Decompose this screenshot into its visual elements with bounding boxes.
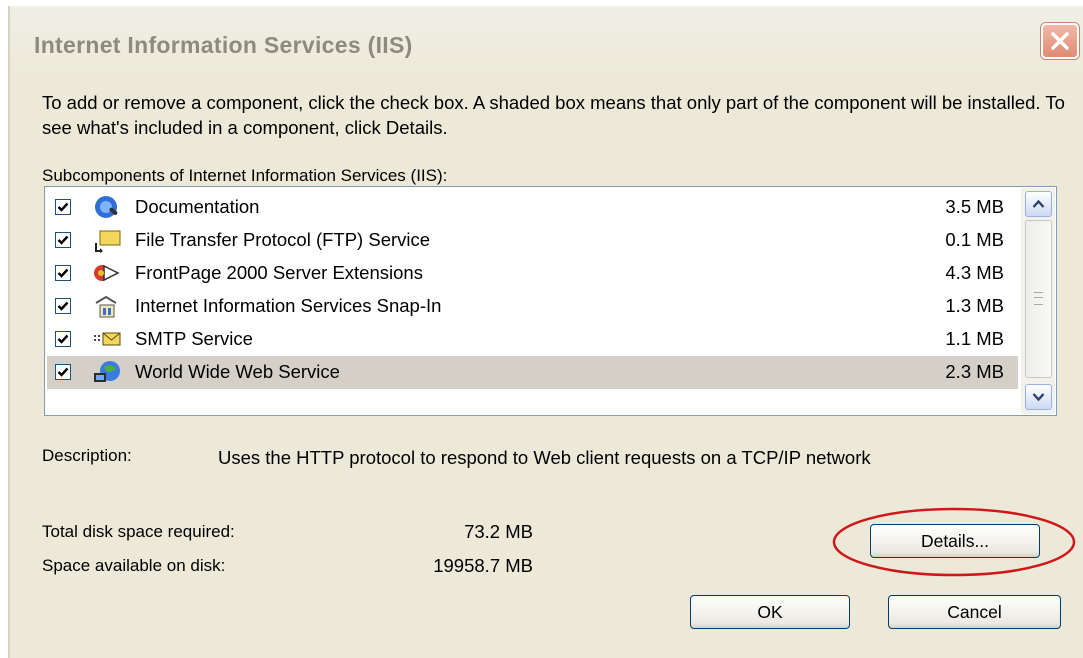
checkbox-smtp[interactable] bbox=[55, 331, 71, 347]
available-disk-value: 19958.7 MB bbox=[433, 555, 533, 576]
list-item-documentation[interactable]: Documentation 3.5 MB bbox=[47, 191, 1018, 224]
close-icon bbox=[1051, 32, 1069, 50]
iis-dialog: Internet Information Services (IIS) To a… bbox=[8, 6, 1083, 658]
item-size: 3.5 MB bbox=[945, 196, 1004, 217]
frontpage-extensions-icon bbox=[94, 264, 120, 282]
item-label: FrontPage 2000 Server Extensions bbox=[135, 262, 423, 283]
dialog-title: Internet Information Services (IIS) bbox=[34, 32, 413, 58]
chevron-down-icon bbox=[1032, 393, 1045, 402]
details-button[interactable]: Details... bbox=[870, 524, 1040, 558]
checkbox-www[interactable] bbox=[55, 364, 71, 380]
details-button-label: Details... bbox=[920, 531, 990, 551]
documentation-icon bbox=[95, 196, 118, 218]
instructions-text: To add or remove a component, click the … bbox=[42, 92, 1065, 138]
item-size: 2.3 MB bbox=[945, 361, 1004, 382]
item-label: SMTP Service bbox=[135, 328, 253, 349]
chevron-up-icon bbox=[1032, 199, 1045, 208]
scroll-thumb[interactable] bbox=[1025, 220, 1052, 378]
checkbox-iis-snapin[interactable] bbox=[55, 298, 71, 314]
item-label: Internet Information Services Snap-In bbox=[135, 295, 442, 316]
total-disk-label: Total disk space required: bbox=[42, 522, 235, 541]
list-item-smtp[interactable]: SMTP Service 1.1 MB bbox=[47, 323, 1018, 356]
checkbox-documentation[interactable] bbox=[55, 199, 71, 215]
item-label: File Transfer Protocol (FTP) Service bbox=[135, 229, 431, 250]
checkmark-icon bbox=[57, 268, 69, 278]
list-item-www-selected[interactable]: World Wide Web Service 2.3 MB bbox=[47, 356, 1018, 389]
cancel-button-label: Cancel bbox=[947, 602, 1002, 622]
list-item-frontpage[interactable]: FrontPage 2000 Server Extensions 4.3 MB bbox=[47, 257, 1018, 290]
checkmark-icon bbox=[57, 235, 69, 245]
item-size: 1.1 MB bbox=[945, 328, 1004, 349]
available-disk-label: Space available on disk: bbox=[42, 556, 226, 575]
list-item-iis-snapin[interactable]: Internet Information Services Snap-In 1.… bbox=[47, 290, 1018, 323]
item-label: World Wide Web Service bbox=[135, 361, 340, 382]
vertical-scrollbar[interactable] bbox=[1021, 188, 1055, 414]
subcomponents-list[interactable]: Documentation 3.5 MB File Transfer Proto… bbox=[44, 186, 1057, 416]
item-label: Documentation bbox=[135, 196, 260, 217]
checkmark-icon bbox=[57, 202, 69, 212]
checkmark-icon bbox=[57, 301, 69, 311]
total-disk-value: 73.2 MB bbox=[464, 521, 533, 542]
checkbox-ftp[interactable] bbox=[55, 232, 71, 248]
scroll-down-button[interactable] bbox=[1025, 384, 1052, 410]
ftp-folder-icon bbox=[95, 230, 121, 253]
item-size: 4.3 MB bbox=[945, 262, 1004, 283]
title-bar: Internet Information Services (IIS) bbox=[10, 6, 1083, 78]
iis-snapin-icon bbox=[95, 295, 117, 318]
subcomponents-label: Subcomponents of Internet Information Se… bbox=[42, 166, 448, 185]
close-button[interactable] bbox=[1041, 23, 1079, 59]
ok-button-label: OK bbox=[757, 602, 783, 622]
description-text: Uses the HTTP protocol to respond to Web… bbox=[218, 447, 871, 468]
checkmark-icon bbox=[57, 367, 69, 377]
item-size: 0.1 MB bbox=[945, 229, 1004, 250]
ok-button[interactable]: OK bbox=[690, 595, 850, 629]
checkmark-icon bbox=[57, 334, 69, 344]
item-size: 1.3 MB bbox=[945, 295, 1004, 316]
cancel-button[interactable]: Cancel bbox=[888, 595, 1061, 629]
list-item-ftp[interactable]: File Transfer Protocol (FTP) Service 0.1… bbox=[47, 224, 1018, 257]
scroll-up-button[interactable] bbox=[1025, 191, 1052, 217]
checkbox-frontpage[interactable] bbox=[55, 265, 71, 281]
smtp-mail-icon bbox=[94, 332, 121, 346]
www-globe-icon bbox=[94, 361, 120, 382]
description-label: Description: bbox=[42, 446, 132, 465]
grip-icon bbox=[1034, 292, 1043, 305]
